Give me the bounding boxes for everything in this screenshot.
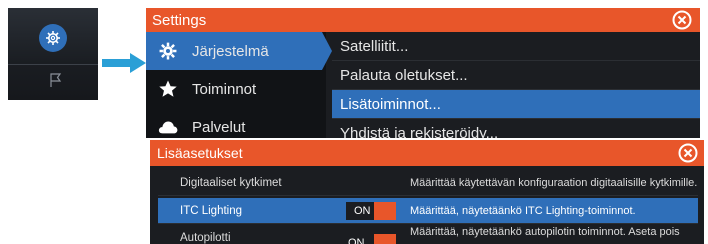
advanced-settings-dialog: Lisäasetukset Digitaaliset kytkimet Määr… [150, 140, 704, 244]
row-description: Määrittää käytettävän konfiguraation dig… [410, 176, 698, 189]
settings-options-list: Satelliitit... Palauta oletukset... Lisä… [332, 32, 700, 138]
row-name: ITC Lighting [180, 204, 243, 217]
autopilotti-toggle[interactable] [374, 234, 396, 244]
settings-header: Settings [146, 8, 700, 32]
flag-icon[interactable] [47, 72, 63, 88]
close-icon[interactable] [678, 143, 698, 163]
gear-icon [46, 31, 60, 45]
settings-gear-button[interactable] [39, 24, 67, 52]
row-name: Digitaaliset kytkimet [180, 176, 282, 189]
category-label: Toiminnot [192, 80, 257, 98]
device-thumbnail [8, 8, 98, 100]
itc-lighting-toggle[interactable] [374, 202, 396, 220]
category-label: Palvelut [192, 118, 246, 136]
thumbnail-divider [8, 64, 98, 65]
category-item-palvelut[interactable]: Palvelut [146, 108, 326, 138]
toggle-value: ON [348, 237, 365, 244]
gear-icon [158, 41, 178, 61]
category-item-jarjestelma[interactable]: Järjestelmä [146, 32, 332, 70]
category-item-toiminnot[interactable]: Toiminnot [146, 70, 326, 108]
advanced-header: Lisäasetukset [150, 140, 704, 166]
settings-category-list: Järjestelmä Toiminnot Palvelut [146, 32, 332, 138]
row-itc-lighting[interactable]: ITC Lighting ON Määrittää, näytetäänkö I… [158, 198, 698, 224]
option-palauta-oletukset[interactable]: Palauta oletukset... [332, 61, 700, 90]
close-icon[interactable] [672, 10, 692, 30]
option-satelliitit[interactable]: Satelliitit... [332, 32, 700, 61]
star-icon [158, 79, 178, 99]
arrow-right-icon [102, 53, 146, 73]
category-label: Järjestelmä [192, 42, 269, 60]
row-autopilotti[interactable]: Autopilotti ON Määrittää, näytetäänkö au… [158, 226, 698, 244]
row-description: Määrittää, näytetäänkö autopilotin toimi… [410, 226, 680, 238]
row-name: Autopilotti [180, 232, 231, 244]
option-yhdista-ja-rekisteroidy[interactable]: Yhdistä ja rekisteröidy... [332, 119, 700, 139]
option-lisatoiminnot[interactable]: Lisätoiminnot... [332, 90, 700, 119]
advanced-title: Lisäasetukset [157, 145, 243, 161]
settings-dialog: Settings Järjestelmä Toiminnot Palvelut … [146, 8, 700, 138]
cloud-icon [158, 117, 178, 137]
row-digitaaliset-kytkimet[interactable]: Digitaaliset kytkimet Määrittää käytettä… [158, 170, 698, 196]
settings-title: Settings [152, 11, 207, 29]
row-description: Määrittää, näytetäänkö ITC Lighting-toim… [410, 204, 636, 217]
